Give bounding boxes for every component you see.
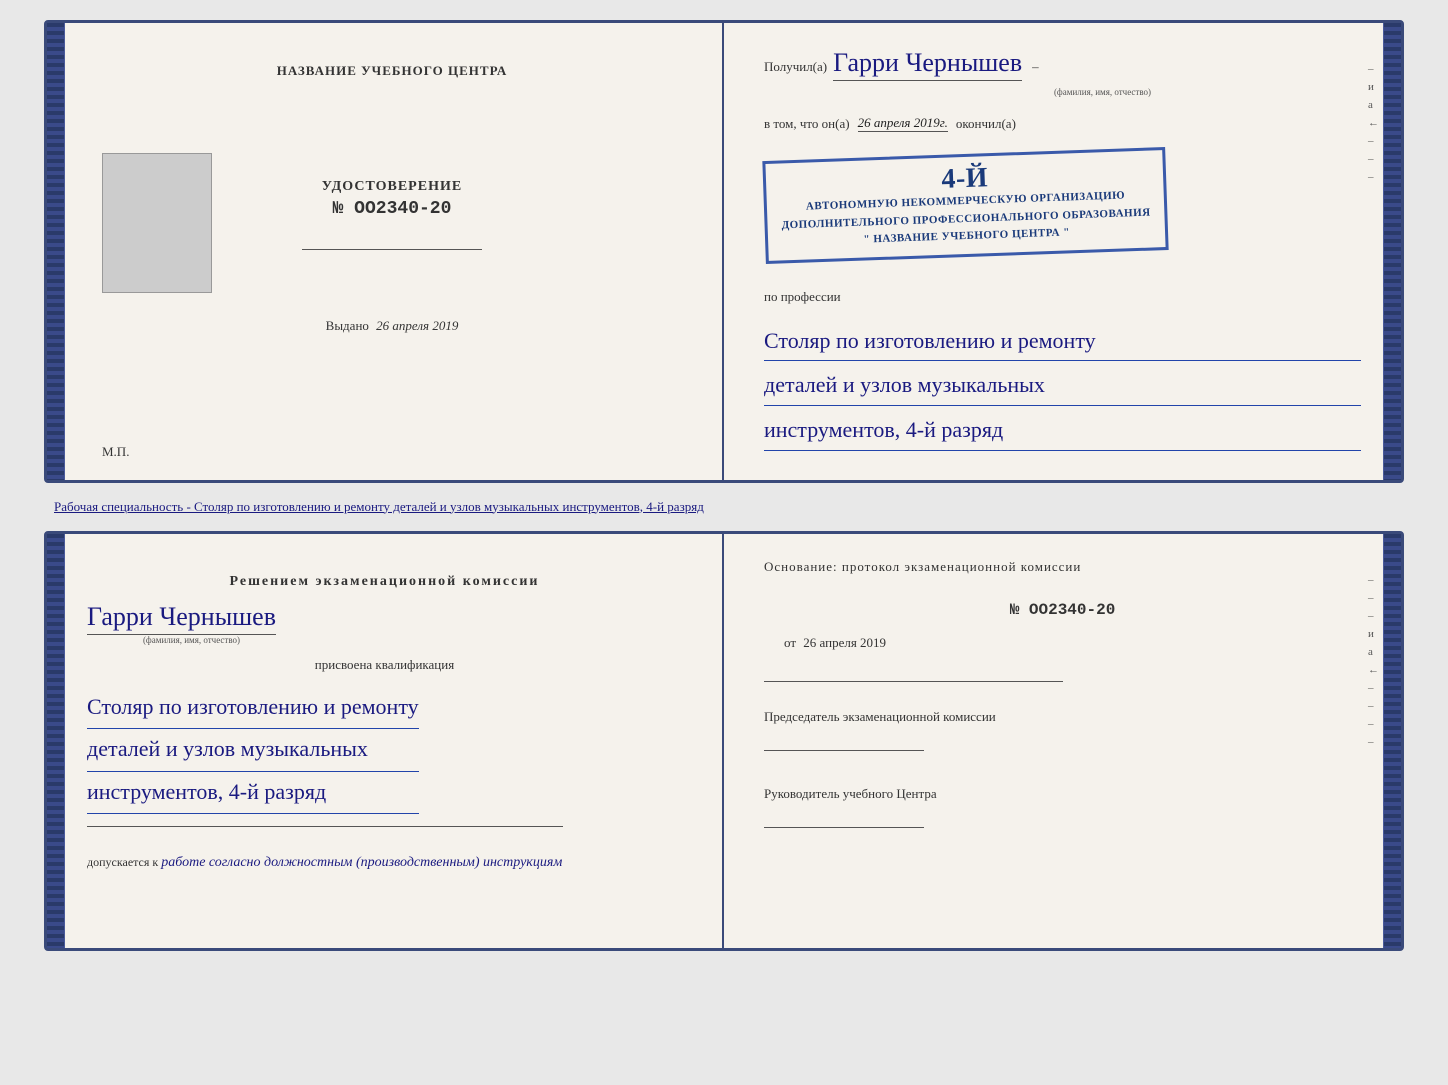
dash-top: – (1032, 59, 1039, 75)
divider1 (302, 249, 482, 250)
osnovanie-label: Основание: протокол экзаменационной коми… (764, 559, 1361, 575)
binding-right-top (1383, 23, 1401, 480)
ot-label: от (784, 635, 796, 650)
profession-block-top: Столяр по изготовлению и ремонту деталей… (764, 321, 1361, 455)
rukovoditel-signature-line (764, 827, 924, 828)
predsedatel-label: Председатель экзаменационной комиссии (764, 708, 1361, 726)
rukovoditel-label: Руководитель учебного Центра (764, 785, 1361, 803)
recipient-name-top: Гарри Чернышев (833, 48, 1022, 81)
photo-placeholder (102, 153, 212, 293)
bottom-document: Решением экзаменационной комиссии Гарри … (44, 531, 1404, 951)
mp-label: М.П. (102, 444, 129, 460)
resheniem-label: Решением экзаменационной комиссии (230, 574, 540, 590)
divider-bottom (87, 826, 563, 827)
stamp-block: 4-й АВТОНОМНУЮ НЕКОММЕРЧЕСКУЮ ОРГАНИЗАЦИ… (762, 147, 1169, 264)
profession-block-bottom: Столяр по изготовлению и ремонту деталей… (87, 687, 419, 815)
top-right-panel: Получил(а) Гарри Чернышев – (фамилия, им… (724, 23, 1401, 480)
udostoverenie-number: № OO2340-20 (322, 199, 462, 219)
rukovoditel-block: Руководитель учебного Центра (764, 785, 1361, 828)
top-left-panel: НАЗВАНИЕ УЧЕБНОГО ЦЕНТРА УДОСТОВЕРЕНИЕ №… (47, 23, 724, 480)
predsedatel-signature-line (764, 750, 924, 751)
side-mark-b5: а (1368, 646, 1379, 658)
profession-line3-top: инструментов, 4-й разряд (764, 410, 1361, 451)
side-mark-b8: – (1368, 700, 1379, 712)
dopuskaetsya-label: допускается к (87, 855, 158, 869)
profession-line2-top: деталей и узлов музыкальных (764, 365, 1361, 406)
side-mark-b6: ← (1368, 664, 1379, 676)
protocol-number: № OO2340-20 (764, 601, 1361, 619)
between-label-text: Рабочая специальность - Столяр по изгото… (54, 499, 704, 514)
side-mark-b9: – (1368, 718, 1379, 730)
fio-hint-top: (фамилия, имя, отчество) (844, 87, 1361, 97)
fio-hint-bottom: (фамилия, имя, отчество) (107, 635, 276, 645)
predsedatel-block: Председатель экзаменационной комиссии (764, 708, 1361, 751)
stamp-container: 4-й АВТОНОМНУЮ НЕКОММЕРЧЕСКУЮ ОРГАНИЗАЦИ… (764, 148, 1361, 263)
stamp-line3: " НАЗВАНИЕ УЧЕБНОГО ЦЕНТРА " (863, 227, 1070, 246)
vtom-date: 26 апреля 2019г. (858, 115, 948, 132)
profession-line1-bottom: Столяр по изготовлению и ремонту (87, 687, 419, 730)
okonchil-label: окончил(а) (956, 116, 1016, 132)
vtom-row: в том, что он(а) 26 апреля 2019г. окончи… (764, 115, 1361, 132)
ot-row: от 26 апреля 2019 (784, 635, 1361, 651)
ot-date: 26 апреля 2019 (803, 635, 886, 650)
side-mark-2: и (1368, 81, 1379, 93)
training-center-title: НАЗВАНИЕ УЧЕБНОГО ЦЕНТРА (277, 63, 508, 79)
between-label: Рабочая специальность - Столяр по изгото… (44, 499, 1404, 515)
dopuskaetsya-row: допускается к работе согласно должностны… (87, 855, 562, 871)
side-mark-6: – (1368, 153, 1379, 165)
side-mark-7: – (1368, 171, 1379, 183)
prisvoena-label: присвоена квалификация (315, 657, 454, 673)
side-mark-4: ← (1368, 117, 1379, 129)
side-mark-5: – (1368, 135, 1379, 147)
binding-right-bottom (1383, 534, 1401, 948)
side-mark-b3: – (1368, 610, 1379, 622)
top-document: НАЗВАНИЕ УЧЕБНОГО ЦЕНТРА УДОСТОВЕРЕНИЕ №… (44, 20, 1404, 483)
side-mark-b7: – (1368, 682, 1379, 694)
recipient-name-bottom: Гарри Чернышев (87, 602, 276, 635)
udostoverenie-block: УДОСТОВЕРЕНИЕ № OO2340-20 (322, 179, 462, 219)
bottom-right-panel: Основание: протокол экзаменационной коми… (724, 534, 1401, 948)
udostoverenie-label: УДОСТОВЕРЕНИЕ (322, 179, 462, 195)
vydano-label: Выдано (326, 318, 369, 333)
poluchil-label: Получил(а) (764, 59, 827, 75)
side-mark-3: а (1368, 99, 1379, 111)
bottom-left-panel: Решением экзаменационной комиссии Гарри … (47, 534, 724, 948)
side-mark-b10: – (1368, 736, 1379, 748)
name-row-bottom: Гарри Чернышев (фамилия, имя, отчество) (87, 602, 276, 645)
vydano-date: 26 апреля 2019 (376, 318, 458, 333)
poluchil-row: Получил(а) Гарри Чернышев – (фамилия, им… (764, 48, 1361, 97)
side-mark-b1: – (1368, 574, 1379, 586)
profession-line1-top: Столяр по изготовлению и ремонту (764, 321, 1361, 362)
vtom-label: в том, что он(а) (764, 116, 850, 132)
side-mark-b2: – (1368, 592, 1379, 604)
side-marks-bottom: – – – и а ← – – – – (1368, 574, 1379, 748)
vydano-line: Выдано 26 апреля 2019 (326, 318, 459, 334)
side-marks-top: – и а ← – – – (1368, 63, 1379, 183)
side-mark-b4: и (1368, 628, 1379, 640)
side-mark-1: – (1368, 63, 1379, 75)
dopuskaetsya-value: работе согласно должностным (производств… (161, 855, 562, 870)
po-professii-label: по профессии (764, 289, 1361, 305)
profession-line3-bottom: инструментов, 4-й разряд (87, 772, 419, 815)
profession-line2-bottom: деталей и узлов музыкальных (87, 729, 419, 772)
divider-ot (764, 681, 1063, 682)
